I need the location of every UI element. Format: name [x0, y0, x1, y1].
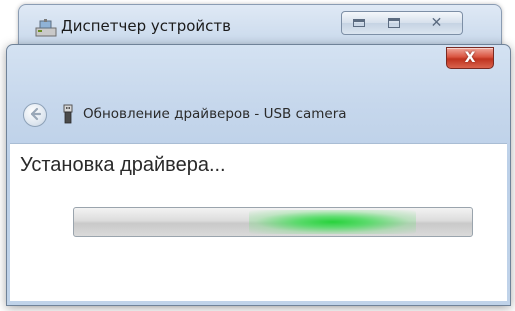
- close-icon: X: [464, 50, 476, 66]
- dialog-header: Обновление драйверов - USB camera: [7, 97, 510, 137]
- close-button[interactable]: ✕: [411, 11, 463, 35]
- device-manager-icon: [35, 19, 57, 37]
- back-button[interactable]: [23, 103, 47, 127]
- maximize-button[interactable]: [376, 11, 412, 35]
- close-icon: ✕: [430, 15, 443, 31]
- minimize-icon: [353, 19, 365, 27]
- device-manager-titlebar[interactable]: Диспетчер устройств ✕: [19, 5, 501, 45]
- dialog-content: Установка драйвера...: [10, 143, 507, 301]
- progress-marquee: [249, 210, 416, 234]
- maximize-icon: [387, 18, 400, 28]
- usb-device-icon: [63, 104, 73, 124]
- back-arrow-icon: [28, 106, 42, 125]
- dialog-close-button[interactable]: X: [446, 47, 494, 69]
- progress-bar: [73, 207, 473, 237]
- installation-status: Установка драйвера...: [20, 154, 226, 176]
- minimize-button[interactable]: [341, 11, 377, 35]
- driver-update-dialog: X Обновление драйверов - USB camera Уста…: [6, 44, 511, 306]
- device-manager-title: Диспетчер устройств: [61, 17, 232, 35]
- dialog-title: Обновление драйверов - USB camera: [83, 106, 347, 122]
